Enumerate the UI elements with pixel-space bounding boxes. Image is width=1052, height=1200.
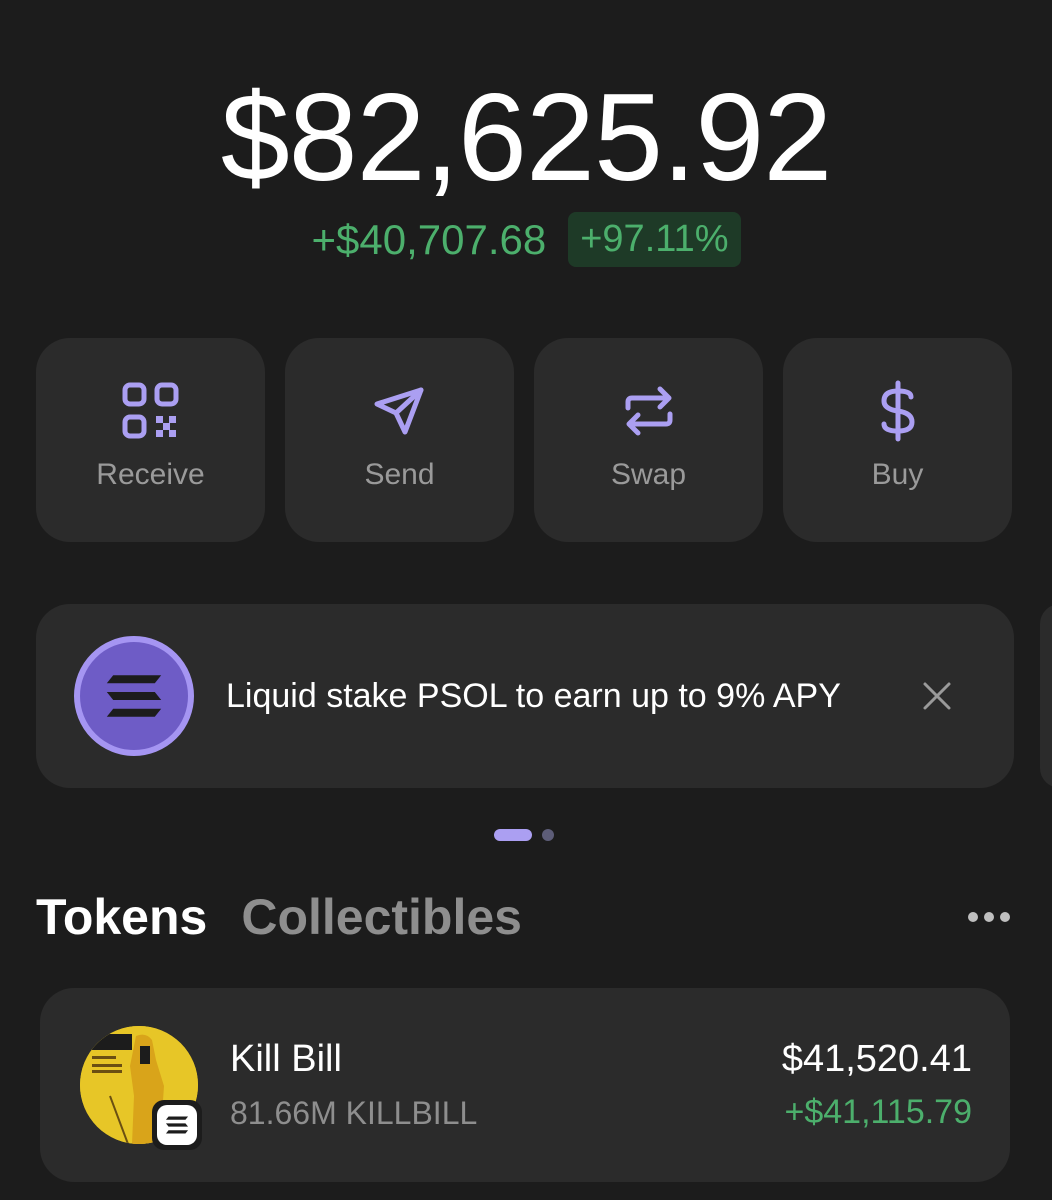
solana-icon <box>165 1116 189 1134</box>
change-amount: +$40,707.68 <box>311 215 547 263</box>
buy-button[interactable]: Buy <box>783 338 1012 542</box>
total-balance: $82,625.92 <box>220 69 833 207</box>
chain-badge <box>152 1100 202 1150</box>
swap-label: Swap <box>610 458 687 491</box>
carousel-indicator <box>494 829 554 841</box>
balance-change: +$40,707.68 +97.11% <box>0 212 1052 267</box>
carousel-dot[interactable] <box>542 829 554 841</box>
send-button[interactable]: Send <box>285 338 514 542</box>
token-info: Kill Bill 81.66M KILLBILL <box>230 1038 477 1132</box>
receive-label: Receive <box>96 458 205 491</box>
swap-button[interactable]: Swap <box>534 338 763 542</box>
token-values: $41,520.41 +$41,115.79 <box>782 1038 972 1132</box>
dollar-icon <box>880 380 915 442</box>
tab-collectibles[interactable]: Collectibles <box>241 888 522 946</box>
token-row[interactable]: Kill Bill 81.66M KILLBILL $41,520.41 +$4… <box>40 988 1010 1182</box>
send-icon <box>374 387 423 435</box>
token-change: +$41,115.79 <box>784 1093 973 1131</box>
carousel-dot-active[interactable] <box>494 829 532 841</box>
token-logo <box>80 1026 202 1150</box>
close-icon[interactable] <box>922 681 952 711</box>
more-options-icon[interactable] <box>968 912 1010 922</box>
asset-tabs: Tokens Collectibles <box>36 888 1014 946</box>
buy-label: Buy <box>871 458 924 491</box>
promo-banner[interactable]: Liquid stake PSOL to earn up to 9% APY <box>36 604 1014 788</box>
tab-tokens[interactable]: Tokens <box>36 888 207 946</box>
solana-icon <box>74 636 194 756</box>
swap-icon <box>625 386 672 436</box>
banner-text: Liquid stake PSOL to earn up to 9% APY <box>226 676 841 715</box>
token-amount: 81.66M KILLBILL <box>230 1095 478 1131</box>
change-percent-badge: +97.11% <box>568 212 741 267</box>
next-banner-peek <box>1040 604 1052 788</box>
wallet-home: $82,625.92 +$40,707.68 +97.11% Receive S… <box>0 0 1052 1200</box>
receive-button[interactable]: Receive <box>36 338 265 542</box>
action-buttons: Receive Send Swap Buy <box>36 338 1014 542</box>
token-name: Kill Bill <box>230 1038 342 1080</box>
token-value: $41,520.41 <box>781 1038 972 1080</box>
send-label: Send <box>364 458 435 491</box>
qr-code-icon <box>122 382 178 439</box>
